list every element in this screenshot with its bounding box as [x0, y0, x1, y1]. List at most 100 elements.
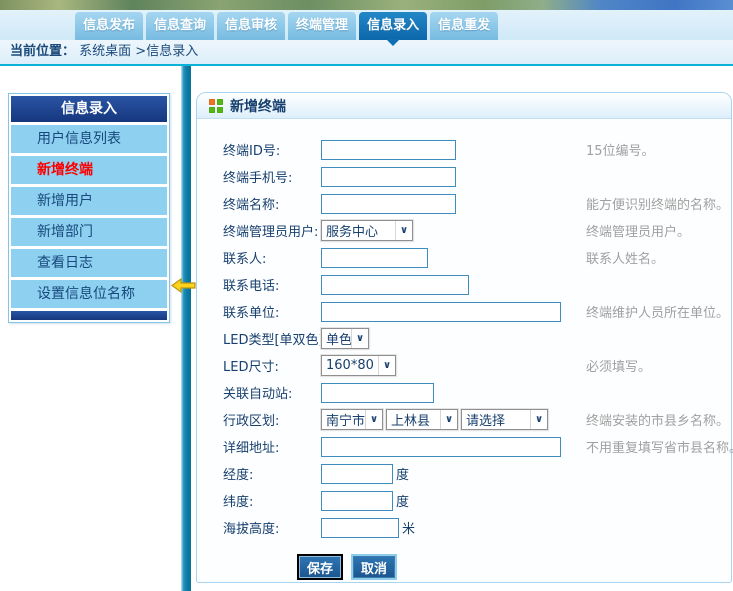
contact-org-input[interactable]	[321, 302, 561, 322]
tab-info-publish[interactable]: 信息发布	[75, 12, 143, 40]
sidebar-collapse-arrow-icon[interactable]	[171, 278, 196, 297]
form-row-altitude: 海拔高度:米	[223, 514, 731, 541]
led-type-select[interactable]: 单色∨	[321, 328, 369, 349]
add-terminal-panel: 新增终端 终端ID号:15位编号。终端手机号:终端名称:能方便识别终端的名称。终…	[196, 92, 732, 583]
nav-tabs: 信息发布信息查询信息审核终端管理信息录入信息重发	[75, 12, 498, 40]
save-button[interactable]: 保存	[297, 554, 343, 580]
terminal-admin-select-value: 服务中心	[326, 221, 378, 240]
led-size-controls: 160*80∨	[321, 355, 586, 376]
region-county-select[interactable]: 上林县 ∨	[386, 409, 458, 430]
breadcrumb: 当前位置： 系统桌面 >信息录入	[0, 40, 733, 66]
terminal-admin-controls: 服务中心 ∨	[321, 220, 586, 241]
chevron-down-icon: ∨	[440, 410, 457, 429]
form-row-detail-address: 详细地址:不用重复填写省市县名称。	[223, 433, 731, 460]
breadcrumb-parent-link[interactable]: 系统桌面	[79, 44, 131, 59]
form-row-contact-person: 联系人: 联系人姓名。	[223, 244, 731, 271]
contact-person-input[interactable]	[321, 248, 428, 268]
altitude-label: 海拔高度:	[223, 518, 321, 537]
sidebar-item-user-info-list[interactable]: 用户信息列表	[11, 125, 167, 153]
sidebar-item-set-info-position-name[interactable]: 设置信息位名称	[11, 280, 167, 308]
terminal-phone-input[interactable]	[321, 167, 456, 187]
tab-info-resend[interactable]: 信息重发	[430, 12, 498, 40]
breadcrumb-current: 信息录入	[146, 44, 198, 59]
contact-phone-label: 联系电话:	[223, 275, 321, 294]
led-size-label: LED尺寸:	[223, 356, 321, 375]
form-row-terminal-name: 终端名称: 能方便识别终端的名称。	[223, 190, 731, 217]
form-row-longitude: 经度: 度	[223, 460, 731, 487]
longitude-unit-label: 度	[396, 464, 409, 483]
header-photo-banner	[0, 0, 733, 10]
latitude-input[interactable]	[321, 491, 393, 511]
region-town-select-value: 请选择	[466, 410, 505, 429]
admin-region-label: 行政区划:	[223, 410, 321, 429]
chevron-down-icon: ∨	[365, 410, 382, 429]
region-city-select-value: 南宁市	[326, 410, 365, 429]
sidebar-item-view-log[interactable]: 查看日志	[11, 249, 167, 277]
sidebar-item-add-department[interactable]: 新增部门	[11, 218, 167, 246]
panel-body: 终端ID号: 15位编号。终端手机号: 终端名称: 能方便识别终端的名称。终端管理员用…	[197, 119, 731, 580]
terminal-admin-select[interactable]: 服务中心 ∨	[321, 220, 413, 241]
form-row-contact-phone: 联系电话:	[223, 271, 731, 298]
altitude-input[interactable]	[321, 518, 399, 538]
latitude-controls: 度	[321, 491, 586, 511]
terminal-id-label: 终端ID号:	[223, 140, 321, 159]
terminal-id-controls	[321, 140, 586, 160]
led-size-hint: 必须填写。	[586, 356, 651, 375]
chevron-down-icon: ∨	[351, 329, 368, 348]
contact-org-label: 联系单位:	[223, 302, 321, 321]
region-county-select-value: 上林县	[391, 410, 430, 429]
form-row-terminal-admin: 终端管理员用户:服务中心∨终端管理员用户。	[223, 217, 731, 244]
longitude-input[interactable]	[321, 464, 393, 484]
tab-info-entry[interactable]: 信息录入	[359, 12, 427, 40]
form-row-linked-auto-station: 关联自动站:	[223, 379, 731, 406]
admin-region-controls: 南宁市∨上林县∨请选择∨	[321, 409, 586, 430]
terminal-name-hint: 能方便识别终端的名称。	[586, 194, 729, 213]
detail-address-input[interactable]	[321, 437, 561, 457]
contact-phone-input[interactable]	[321, 275, 469, 295]
form-button-row: 保存 取消	[297, 554, 731, 580]
form-row-contact-org: 联系单位:终端维护人员所在单位。	[223, 298, 731, 325]
longitude-label: 经度:	[223, 464, 321, 483]
latitude-label: 纬度:	[223, 491, 321, 510]
chevron-down-icon: ∨	[378, 356, 395, 375]
latitude-unit-label: 度	[396, 491, 409, 510]
altitude-controls: 米	[321, 518, 586, 538]
form-rows: 终端ID号: 15位编号。终端手机号: 终端名称: 能方便识别终端的名称。终端管理员用…	[223, 136, 731, 541]
terminal-admin-label: 终端管理员用户:	[223, 221, 321, 240]
form-row-terminal-phone: 终端手机号:	[223, 163, 731, 190]
sidebar-footer-bar	[11, 311, 167, 320]
sidebar-item-add-terminal[interactable]: 新增终端	[11, 156, 167, 184]
contact-person-hint: 联系人姓名。	[586, 248, 664, 267]
breadcrumb-prefix: 当前位置：	[10, 44, 75, 59]
terminal-phone-controls	[321, 167, 586, 187]
form-row-led-type: LED类型[单双色]:单色∨	[223, 325, 731, 352]
terminal-name-controls	[321, 194, 586, 214]
sidebar-title: 信息录入	[11, 96, 167, 122]
terminal-name-label: 终端名称:	[223, 194, 321, 213]
detail-address-hint: 不用重复填写省市县名称。	[586, 437, 733, 456]
region-city-select[interactable]: 南宁市∨	[321, 409, 383, 430]
tab-info-query[interactable]: 信息查询	[146, 12, 214, 40]
cancel-button[interactable]: 取消	[351, 554, 397, 580]
terminal-id-input[interactable]	[321, 140, 456, 160]
region-town-select[interactable]: 请选择∨	[461, 409, 548, 430]
admin-region-hint: 终端安装的市县乡名称。	[586, 410, 729, 429]
tab-info-audit[interactable]: 信息审核	[217, 12, 285, 40]
terminal-phone-label: 终端手机号:	[223, 167, 321, 186]
led-size-select[interactable]: 160*80∨	[321, 355, 396, 376]
terminal-id-hint: 15位编号。	[586, 140, 655, 159]
sidebar-item-add-user[interactable]: 新增用户	[11, 187, 167, 215]
form-row-latitude: 纬度: 度	[223, 487, 731, 514]
top-nav-bar: 信息发布信息查询信息审核终端管理信息录入信息重发	[0, 10, 733, 40]
tab-terminal-manage[interactable]: 终端管理	[288, 12, 356, 40]
breadcrumb-separator: >	[131, 44, 146, 59]
chevron-down-icon: ∨	[395, 221, 412, 240]
panel-header: 新增终端	[197, 93, 731, 119]
terminal-name-input[interactable]	[321, 194, 456, 214]
contact-phone-controls	[321, 275, 586, 295]
linked-auto-station-input[interactable]	[321, 383, 434, 403]
active-tab-pointer	[386, 39, 400, 46]
detail-address-controls	[321, 437, 586, 457]
contact-org-controls	[321, 302, 586, 322]
contact-person-label: 联系人:	[223, 248, 321, 267]
